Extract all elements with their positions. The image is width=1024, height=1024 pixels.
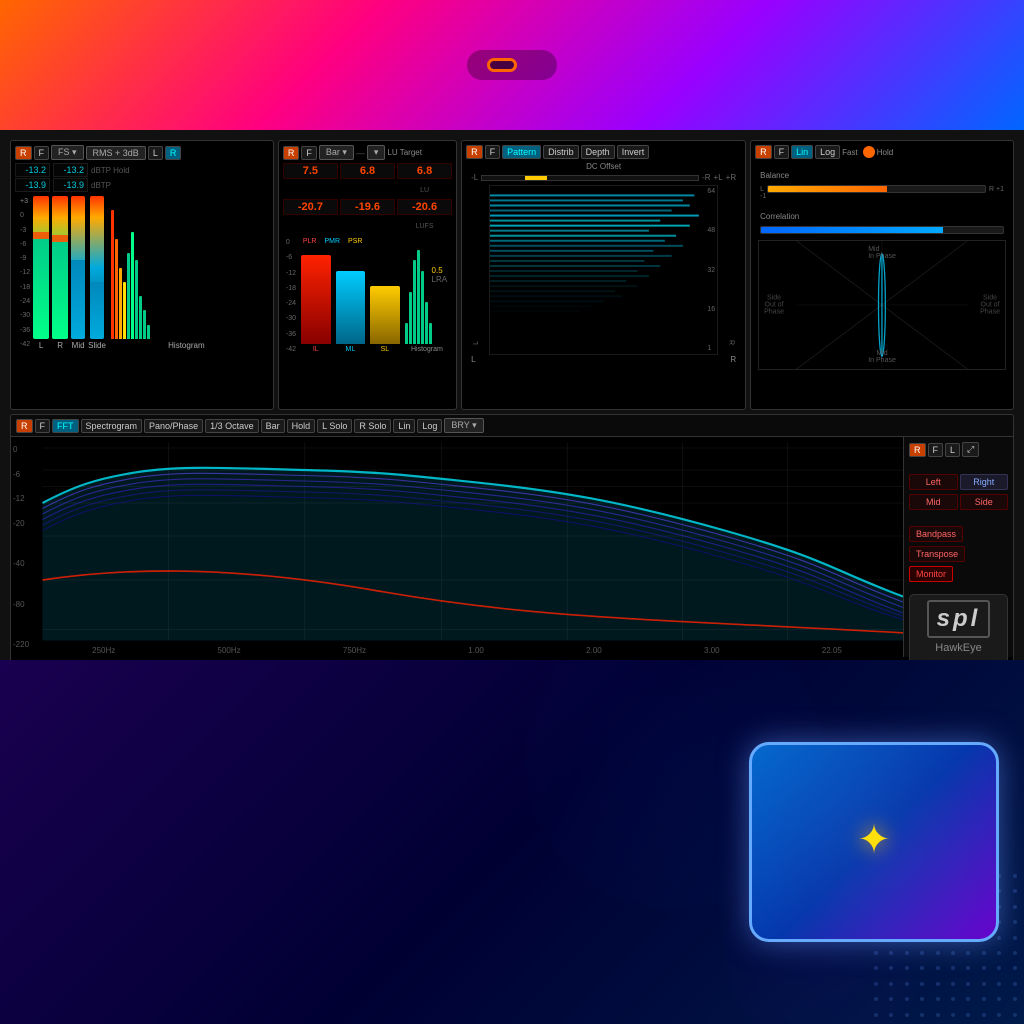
spec-reset[interactable]: R bbox=[16, 419, 33, 433]
mid-solo-btn[interactable]: Mid bbox=[909, 494, 958, 510]
val-l2: -13.9 bbox=[15, 178, 50, 192]
lu-val-2: 6.8 bbox=[340, 163, 395, 179]
spl-brand: spl bbox=[937, 605, 981, 632]
plugin-name: HawkEye bbox=[935, 642, 981, 654]
spectrum-analyzer: R F FFT Spectrogram Pano/Phase 1/3 Octav… bbox=[10, 414, 1014, 664]
level-meter-panel: R F FS ▾ RMS + 3dB L R -13.2 -13.2 dBTP … bbox=[10, 140, 274, 410]
lin-btn[interactable]: Lin bbox=[791, 145, 813, 159]
spec-freeze[interactable]: F bbox=[35, 419, 51, 433]
spec-f-btn[interactable]: F bbox=[928, 443, 944, 457]
lu-meter-panel: R F Bar ▾ — ▾ LU Target 7.5 6.8 6.8 LU bbox=[278, 140, 457, 410]
monitor-btn[interactable]: Monitor bbox=[909, 566, 953, 582]
lu-val-4: -20.7 bbox=[283, 199, 338, 215]
fft-btn[interactable]: FFT bbox=[52, 419, 79, 433]
bandpass-btn[interactable]: Bandpass bbox=[909, 526, 963, 542]
pano-btn[interactable]: Pano/Phase bbox=[144, 419, 203, 433]
lu-val-5: -19.6 bbox=[340, 199, 395, 215]
reset-btn-4[interactable]: R bbox=[755, 145, 772, 159]
l-solo-btn[interactable]: L Solo bbox=[317, 419, 352, 433]
spectrum-controls: R F L ⤢ Left Right Mid Side Bandpass Tra… bbox=[903, 437, 1013, 657]
log-btn[interactable]: Log bbox=[815, 145, 840, 159]
mode-dropdown[interactable]: FS ▾ bbox=[51, 145, 84, 160]
top-banner bbox=[0, 0, 1024, 130]
lu-val-6: -20.6 bbox=[397, 199, 452, 215]
freeze-btn-2[interactable]: F bbox=[301, 146, 317, 160]
freeze-btn-4[interactable]: F bbox=[774, 145, 790, 159]
spec-l-btn[interactable]: L bbox=[945, 443, 960, 457]
lu-val-3: 6.8 bbox=[397, 163, 452, 179]
hold-btn[interactable]: Hold bbox=[287, 419, 316, 433]
invert-btn[interactable]: Invert bbox=[617, 145, 650, 159]
balance-panel: R F Lin Log Fast Hold Balance L R +1 bbox=[750, 140, 1014, 410]
val-r1: -13.2 bbox=[53, 163, 88, 177]
depth-btn[interactable]: Depth bbox=[581, 145, 615, 159]
r-solo-btn[interactable]: R Solo bbox=[354, 419, 391, 433]
spec-expand-btn[interactable]: ⤢ bbox=[962, 442, 979, 457]
rms-dropdown[interactable]: RMS + 3dB bbox=[86, 146, 146, 160]
bar-dropdown[interactable]: Bar ▾ bbox=[319, 145, 354, 160]
left-solo-btn[interactable]: Left bbox=[909, 474, 958, 490]
freeze-btn[interactable]: F bbox=[34, 146, 50, 160]
reset-btn[interactable]: R bbox=[15, 146, 32, 160]
spl-logo: spl HawkEye Audio Analyzer bbox=[909, 594, 1008, 664]
bottom-banner: const dp = document.querySelector('.dot-… bbox=[0, 660, 1024, 1024]
star-icon: ✦ bbox=[857, 817, 891, 863]
distrib-btn[interactable]: Distrib bbox=[543, 145, 579, 159]
bry-dropdown[interactable]: BRY ▾ bbox=[444, 418, 483, 433]
l-btn[interactable]: L bbox=[148, 146, 163, 160]
bar-btn[interactable]: Bar bbox=[261, 419, 285, 433]
plugin-badge: ✦ bbox=[749, 742, 999, 942]
bottom-right-badge: ✦ bbox=[724, 660, 1024, 1024]
right-solo-btn[interactable]: Right bbox=[960, 474, 1009, 490]
reset-btn-2[interactable]: R bbox=[283, 146, 300, 160]
r-btn[interactable]: R bbox=[165, 146, 182, 160]
spectrum-display: 0 -6 -12 -20 -40 -80 -220 bbox=[11, 437, 903, 657]
val-r2: -13.9 bbox=[53, 178, 88, 192]
freeze-btn-3[interactable]: F bbox=[485, 145, 501, 159]
side-solo-btn[interactable]: Side bbox=[960, 494, 1009, 510]
transpose-btn[interactable]: Transpose bbox=[909, 546, 965, 562]
octave-btn[interactable]: 1/3 Octave bbox=[205, 419, 259, 433]
spectrum-histogram-panel: R F Pattern Distrib Depth Invert DC Offs… bbox=[461, 140, 746, 410]
lu-dropdown[interactable]: ▾ bbox=[367, 145, 386, 160]
meters-row: R F FS ▾ RMS + 3dB L R -13.2 -13.2 dBTP … bbox=[10, 140, 1014, 410]
log-btn-spec[interactable]: Log bbox=[417, 419, 442, 433]
spec-r-btn[interactable]: R bbox=[909, 443, 926, 457]
lu-val-1: 7.5 bbox=[283, 163, 338, 179]
reset-btn-3[interactable]: R bbox=[466, 145, 483, 159]
brand-name bbox=[487, 58, 517, 72]
spectrogram-btn[interactable]: Spectrogram bbox=[81, 419, 143, 433]
plugin-ui: R F FS ▾ RMS + 3dB L R -13.2 -13.2 dBTP … bbox=[0, 130, 1024, 660]
val-l1: -13.2 bbox=[15, 163, 50, 177]
lin-btn-spec[interactable]: Lin bbox=[393, 419, 415, 433]
pattern-btn[interactable]: Pattern bbox=[502, 145, 541, 159]
